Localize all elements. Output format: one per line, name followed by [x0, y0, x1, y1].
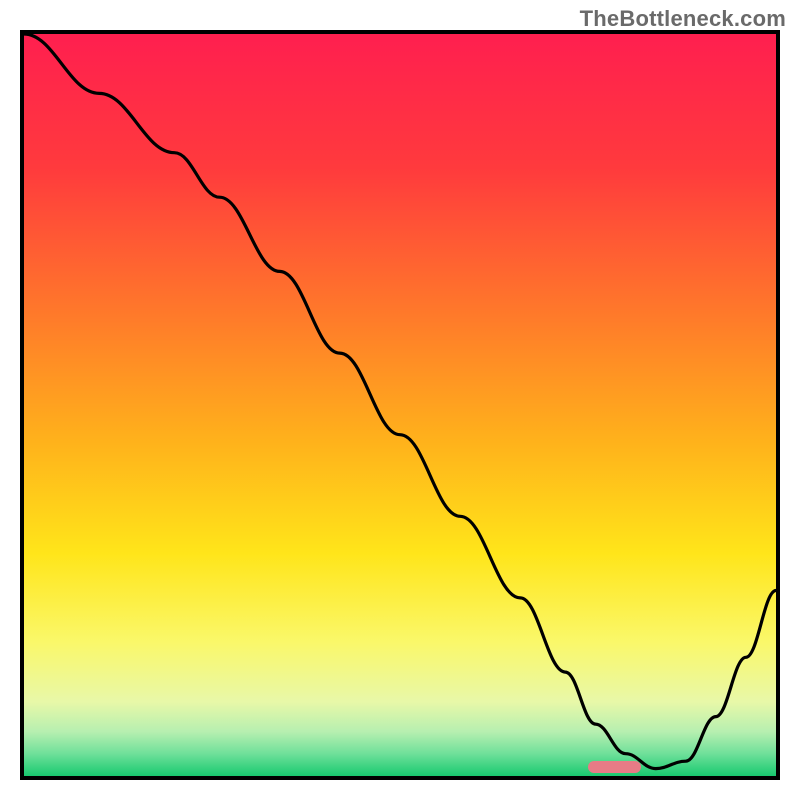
plot-area	[20, 30, 780, 780]
watermark-text: TheBottleneck.com	[580, 6, 786, 32]
optimal-range-marker	[588, 761, 641, 773]
bottleneck-curve-path	[24, 34, 776, 769]
curve-overlay	[24, 34, 776, 776]
chart-frame: TheBottleneck.com	[0, 0, 800, 800]
